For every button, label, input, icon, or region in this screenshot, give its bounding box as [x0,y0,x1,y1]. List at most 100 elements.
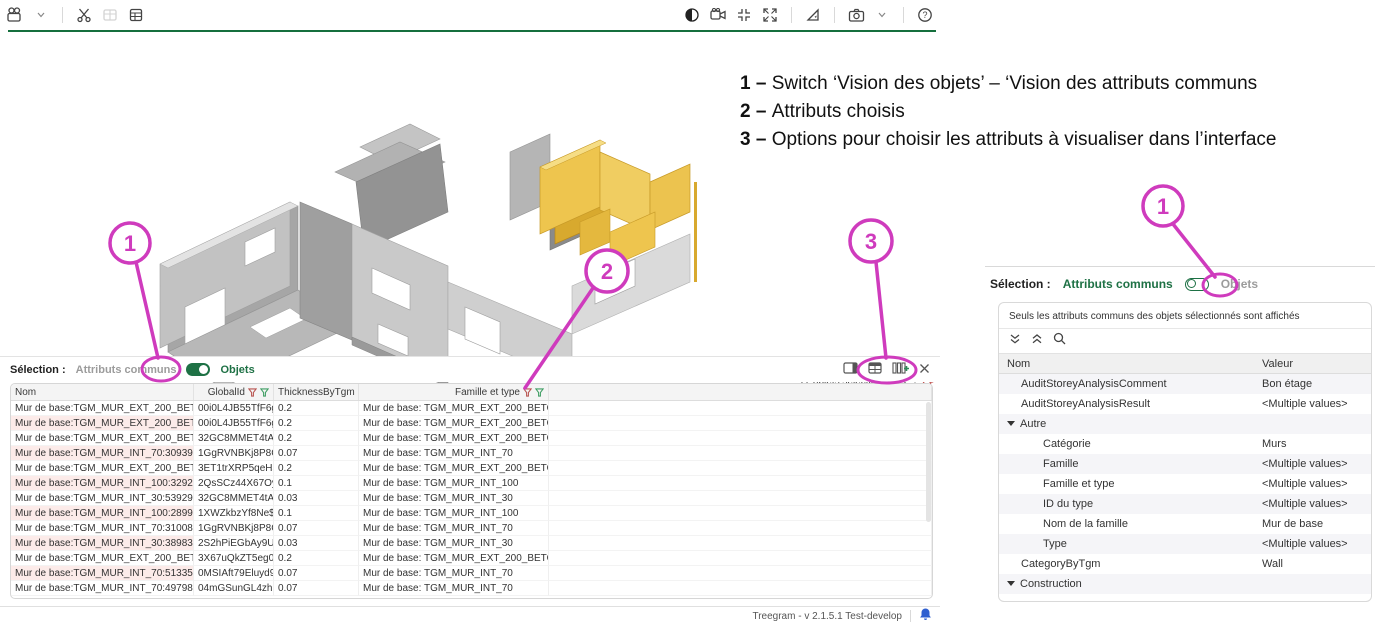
cell-gid: 32GC8MMET4tAU_X... [194,491,274,506]
table-row[interactable]: Mur de base:TGM_MUR_EXT_200_BETON:279338… [11,551,932,566]
toolbar-accent-rule [8,30,936,32]
column-header-thickness[interactable]: ThicknessByTgm [274,384,359,400]
cell-th: 0.1 [274,506,359,521]
table-row[interactable]: Mur de base:TGM_MUR_INT_70:3100801GgRVNB… [11,521,932,536]
cell-fam: Mur de base: TGM_MUR_EXT_200_BETON [359,416,549,431]
column-header-valeur[interactable]: Valeur [1254,354,1371,373]
help-icon[interactable]: ? [916,6,934,24]
measure-icon[interactable] [804,6,822,24]
attribute-row[interactable]: CatégorieMurs [999,434,1371,454]
attribute-object-view-toggle[interactable] [186,363,210,376]
attribute-name: Construction [999,574,1254,594]
sphere-view-icon[interactable] [683,6,701,24]
cell-fam: Mur de base: TGM_MUR_EXT_200_BETON [359,551,549,566]
column-header-nom[interactable]: Nom [999,354,1254,373]
tab-attributs-communs[interactable]: Attributs communs [1063,277,1173,291]
attribute-row[interactable]: CategoryByTgmWall [999,554,1371,574]
add-column-icon[interactable] [892,361,909,379]
attribute-object-view-toggle[interactable] [1185,278,1209,291]
expand-all-icon[interactable] [1031,332,1043,350]
note-line: 2 – Attributs choisis [740,98,1375,126]
table-row[interactable]: Mur de base:TGM_MUR_INT_100:2899611XWZkb… [11,506,932,521]
collapse-all-icon[interactable] [1009,332,1021,350]
cell-empty [549,566,932,581]
cell-fam: Mur de base: TGM_MUR_EXT_200_BETON [359,431,549,446]
attribute-row[interactable]: Famille<Multiple values> [999,454,1371,474]
table-row[interactable]: Mur de base:TGM_MUR_INT_70:49798604mGSun… [11,581,932,596]
attribute-value: Mur de base [1254,514,1371,534]
attribute-group-row[interactable]: Construction [999,574,1371,594]
attribute-row[interactable]: AuditStoreyAnalysisCommentBon étage [999,374,1371,394]
cell-gid: 32GC8MMET4tAU_X... [194,431,274,446]
cell-empty [549,536,932,551]
attribute-name: ID du type [999,494,1254,514]
cell-nom: Mur de base:TGM_MUR_INT_70:310080 [11,521,194,536]
cell-gid: 00i0L4JB55TfF6gXtB6... [194,401,274,416]
cell-fam: Mur de base: TGM_MUR_INT_70 [359,446,549,461]
column-header-famille[interactable]: Famille et type [359,384,549,400]
cell-fam: Mur de base: TGM_MUR_INT_100 [359,506,549,521]
column-header-nom[interactable]: Nom [11,384,194,400]
note-line: 1 – Switch ‘Vision des objets’ – ‘Vision… [740,70,1375,98]
table-scrollbar[interactable] [926,402,931,522]
cell-th: 0.2 [274,461,359,476]
attribute-value: <Multiple values> [1254,494,1371,514]
selection-label: Sélection : [990,277,1051,291]
attribute-row[interactable]: Type<Multiple values> [999,534,1371,554]
left-panel-header: Sélection : Attributs communs Objets [0,356,940,382]
view-mode-icon[interactable] [6,6,24,24]
caret-down-icon[interactable] [1007,421,1015,426]
attribute-row[interactable]: Famille et type<Multiple values> [999,474,1371,494]
column-header-globalid[interactable]: GlobalId [194,384,274,400]
cell-nom: Mur de base:TGM_MUR_INT_70:309392 [11,446,194,461]
cell-th: 0.03 [274,491,359,506]
camera-view-icon[interactable] [709,6,727,24]
table-row[interactable]: Mur de base:TGM_MUR_INT_100:3292292QsSCz… [11,476,932,491]
notifications-bell-icon[interactable] [919,607,932,626]
cell-nom: Mur de base:TGM_MUR_EXT_200_BETON:279338 [11,551,194,566]
table-row[interactable]: Mur de base:TGM_MUR_INT_70:3093921GgRVNB… [11,446,932,461]
search-icon[interactable] [1053,332,1066,350]
cell-nom: Mur de base:TGM_MUR_INT_30:539291 [11,491,194,506]
table-row[interactable]: Mur de base:TGM_MUR_EXT_200_BETON:294314… [11,461,932,476]
chevron-down-icon[interactable] [32,6,50,24]
attribute-value: Wall [1254,554,1371,574]
common-attributes-panel: Seuls les attributs communs des objets s… [998,302,1372,602]
table-settings-icon[interactable] [868,361,882,379]
cell-empty [549,521,932,536]
cell-nom: Mur de base:TGM_MUR_INT_70:497986 [11,581,194,596]
cell-empty [549,461,932,476]
table-row[interactable]: Mur de base:TGM_MUR_INT_30:53929132GC8MM… [11,491,932,506]
chevron-down-icon[interactable] [873,6,891,24]
caret-down-icon[interactable] [1007,581,1015,586]
tab-attributs-communs[interactable]: Attributs communs [76,364,177,376]
attribute-value: <Multiple values> [1254,534,1371,554]
cell-fam: Mur de base: TGM_MUR_EXT_200_BETON [359,401,549,416]
cut-icon[interactable] [75,6,93,24]
attribute-value: <Multiple values> [1254,454,1371,474]
attribute-row[interactable]: Nom de la familleMur de base [999,514,1371,534]
table-row[interactable]: Mur de base:TGM_MUR_INT_70:5133560MSIAft… [11,566,932,581]
filter-green-icon [535,388,544,397]
tab-objets[interactable]: Objets [220,364,254,376]
table-row[interactable]: Mur de base:TGM_MUR_EXT_200_BETON:281325… [11,416,932,431]
attribute-value: <Multiple values> [1254,394,1371,414]
cell-gid: 1GgRVNBKj8P8C7Gj... [194,446,274,461]
attribute-value [1254,574,1371,594]
cell-empty [549,581,932,596]
storey-table-icon[interactable] [127,6,145,24]
screenshot-icon[interactable] [847,6,865,24]
zoom-fit-icon[interactable] [735,6,753,24]
attribute-group-row[interactable]: Autre [999,414,1371,434]
table-row[interactable]: Mur de base:TGM_MUR_EXT_200_BETON:536297… [11,431,932,446]
attribute-row[interactable]: AuditStoreyAnalysisResult<Multiple value… [999,394,1371,414]
close-icon[interactable] [919,361,930,379]
cell-th: 0.2 [274,401,359,416]
table-row[interactable]: Mur de base:TGM_MUR_INT_30:3898342S2hPiE… [11,536,932,551]
tab-objets[interactable]: Objets [1221,277,1258,291]
expand-view-icon[interactable] [761,6,779,24]
cell-th: 0.03 [274,536,359,551]
panel-layout-icon[interactable] [843,361,858,379]
table-row[interactable]: Mur de base:TGM_MUR_EXT_200_BETON:280817… [11,401,932,416]
attribute-row[interactable]: ID du type<Multiple values> [999,494,1371,514]
